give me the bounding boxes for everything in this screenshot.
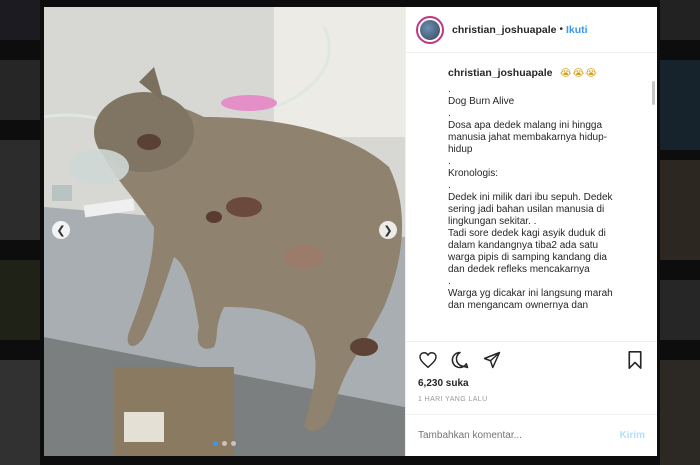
caption-emoji: 😭😭😭 [559, 68, 598, 79]
comment-form: Kirim [406, 414, 657, 456]
caption-line: Kronologis: [448, 168, 499, 179]
comment-button[interactable] [450, 350, 470, 370]
share-button[interactable] [482, 350, 502, 370]
caption-username[interactable]: christian_joshuapale [448, 67, 552, 79]
carousel-dots [44, 441, 405, 446]
carousel-dot [213, 441, 218, 446]
caption-area[interactable]: christian_joshuapale 😭😭😭 . Dog Burn Alive… [406, 53, 657, 341]
caption-line: . [448, 108, 451, 119]
post-comment-button[interactable]: Kirim [619, 430, 645, 441]
caption-line: Dosa apa dedek malang ini hingga [448, 120, 602, 131]
post-image: ❮ ❯ [44, 7, 405, 456]
post-sidebar: christian_joshuapale • Ikuti christian_j… [405, 7, 657, 456]
caption-line: dan mengancam ownernya dan [448, 300, 589, 311]
action-bar [406, 341, 657, 378]
caption-line: manusia jahat membakarnya hidup- [448, 132, 607, 143]
carousel-dot [231, 441, 236, 446]
share-icon [483, 351, 501, 369]
caption-line: dan dedek refleks mencakarnya [448, 264, 590, 275]
chevron-right-icon: ❯ [383, 224, 393, 237]
caption-text: . Dog Burn Alive. Dosa apa dedek malang in… [448, 84, 645, 312]
carousel-dot [222, 441, 227, 446]
caption-line: . [448, 156, 451, 167]
like-button[interactable] [418, 350, 438, 370]
carousel-prev-button[interactable]: ❮ [52, 221, 70, 239]
like-count[interactable]: 6,230 suka [406, 378, 657, 392]
heart-icon [419, 352, 437, 368]
caption-line: Tadi sore dedek kagi asyik duduk di [448, 228, 606, 239]
comment-input[interactable] [418, 430, 620, 441]
caption-line: Dedek ini milik dari ibu sepuh. Dedek [448, 192, 613, 203]
post-header: christian_joshuapale • Ikuti [406, 7, 657, 53]
username-link[interactable]: christian_joshuapale [452, 24, 556, 36]
caption-line: Dog Burn Alive [448, 96, 515, 107]
chevron-left-icon: ❮ [56, 224, 66, 237]
save-button[interactable] [625, 350, 645, 370]
caption-line: warga pipis di samping kandang dia [448, 252, 607, 263]
caption-line: hidup [448, 144, 473, 155]
post-photo [44, 7, 405, 456]
post-timestamp[interactable]: 1 HARI YANG LALU [406, 392, 657, 410]
caption-line: lingkungan sekitar. . [448, 216, 537, 227]
caption-line: . [448, 84, 451, 95]
caption-header: christian_joshuapale 😭😭😭 [448, 63, 645, 81]
comment-bubble-icon [451, 351, 469, 369]
post-modal: ❮ ❯ christian_joshuapale • Ikuti christi… [44, 7, 657, 456]
avatar[interactable] [416, 15, 444, 44]
caption-line: dalam kandangnya tiba2 ada satu [448, 240, 599, 251]
follow-button[interactable]: Ikuti [566, 24, 588, 36]
bookmark-icon [628, 351, 642, 369]
caption-line: Warga yg dicakar ini langsung marah [448, 288, 613, 299]
caption-line: sering jadi bahan usilan manusia di [448, 204, 605, 215]
carousel-next-button[interactable]: ❯ [379, 221, 397, 239]
scrollbar[interactable] [652, 81, 655, 105]
caption-line: . [448, 180, 451, 191]
caption-line: . [448, 276, 451, 287]
dot-separator: • [559, 24, 563, 35]
